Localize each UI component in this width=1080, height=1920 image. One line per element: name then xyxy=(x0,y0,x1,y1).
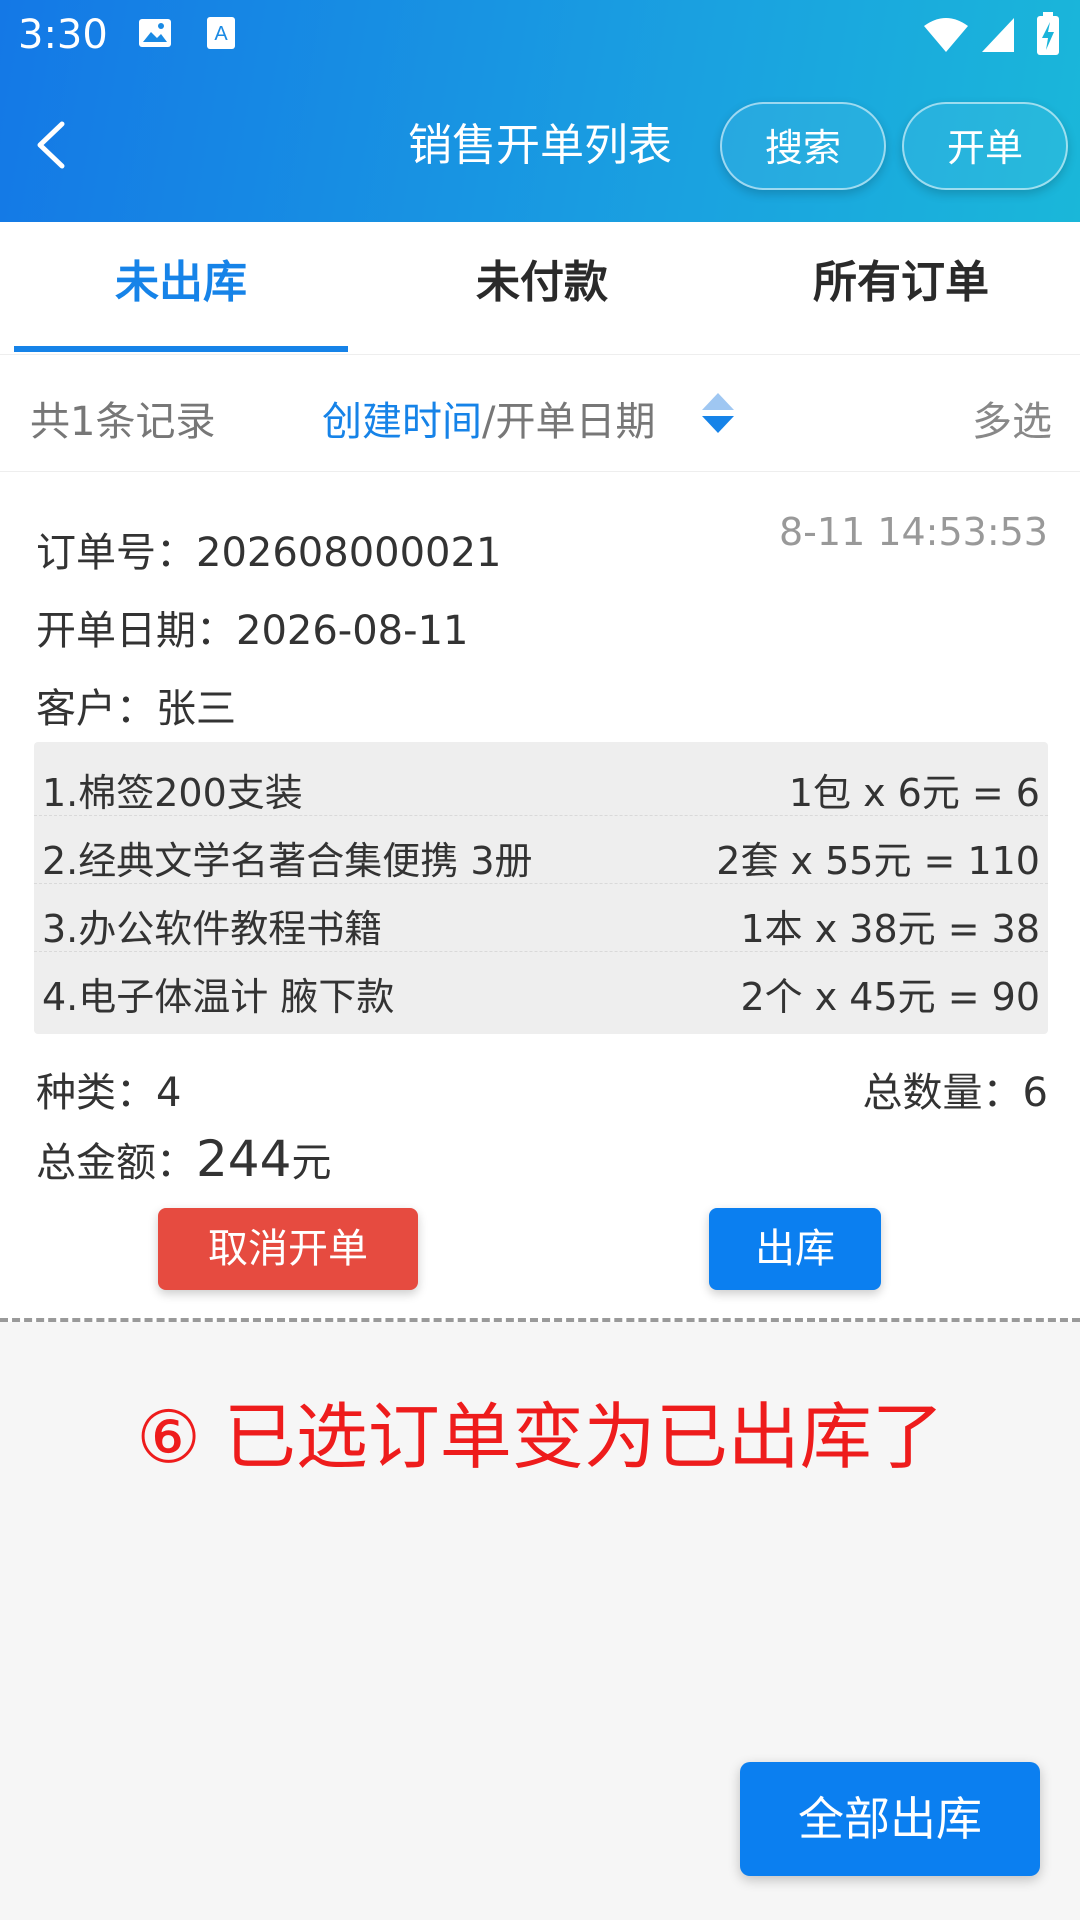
customer-name: 张三 xyxy=(156,686,236,732)
order-card[interactable]: 订单号：202608000021 8-11 14:53:53 开单日期：2026… xyxy=(0,472,1080,1322)
annotation-text: ⑥ 已选订单变为已出库了 xyxy=(136,1395,944,1479)
back-arrow-icon[interactable] xyxy=(30,118,74,172)
list-item: 2.经典文学名著合集便携 3册 2套 x 55元 = 110 xyxy=(34,816,1048,884)
order-date-row: 开单日期：2026-08-11 xyxy=(36,598,468,656)
total-amount-value: 244 xyxy=(196,1130,292,1188)
app-header: 3:30 A 销售开单列表 搜索 开单 xyxy=(0,0,1080,222)
tab-all-orders[interactable]: 所有订单 xyxy=(722,222,1080,354)
item-name: 3.办公软件教程书籍 xyxy=(42,907,383,951)
ship-all-button[interactable]: 全部出库 xyxy=(740,1762,1040,1876)
order-number: 202608000021 xyxy=(196,530,502,576)
sort-created-time[interactable]: 创建时间 xyxy=(322,399,482,445)
kinds-label: 种类： xyxy=(36,1070,156,1116)
status-bar: 3:30 A xyxy=(0,0,1080,72)
cancel-order-button[interactable]: 取消开单 xyxy=(158,1208,418,1290)
wifi-icon xyxy=(924,18,968,52)
item-name: 2.经典文学名著合集便携 3册 xyxy=(42,839,533,883)
active-tab-indicator xyxy=(14,346,348,352)
sort-separator: / xyxy=(482,399,496,445)
list-item: 1.棉签200支装 1包 x 6元 = 6 xyxy=(34,748,1048,816)
filter-bar: 共1条记录 创建时间/开单日期 多选 xyxy=(0,354,1080,472)
new-order-button[interactable]: 开单 xyxy=(902,102,1068,190)
kinds-value: 4 xyxy=(156,1070,182,1116)
total-amount-label: 总金额： xyxy=(36,1140,196,1186)
sort-toggle[interactable]: 创建时间/开单日期 xyxy=(322,389,655,447)
customer-label: 客户： xyxy=(36,686,156,732)
total-amount-row: 总金额：244元 xyxy=(36,1130,331,1188)
tab-unpaid[interactable]: 未付款 xyxy=(362,222,722,354)
order-date-label: 开单日期： xyxy=(36,608,236,654)
dashed-divider xyxy=(0,1318,1080,1322)
customer-row: 客户：张三 xyxy=(36,676,236,734)
order-number-label: 订单号： xyxy=(36,530,196,576)
item-name: 4.电子体温计 腋下款 xyxy=(42,975,395,1019)
order-tabs: 未出库 未付款 所有订单 xyxy=(0,222,1080,354)
order-date: 2026-08-11 xyxy=(236,608,469,654)
item-subtotal: 1本 x 38元 = 38 xyxy=(740,907,1040,951)
total-amount-unit: 元 xyxy=(291,1140,332,1186)
kinds-row: 种类：4 xyxy=(36,1060,181,1118)
total-qty-value: 6 xyxy=(1022,1070,1048,1116)
app-notification-icon: A xyxy=(207,17,235,49)
item-subtotal: 2套 x 55元 = 110 xyxy=(716,839,1040,883)
multi-select-button[interactable]: 多选 xyxy=(972,389,1052,447)
item-subtotal: 2个 x 45元 = 90 xyxy=(740,975,1040,1019)
list-item: 4.电子体温计 腋下款 2个 x 45元 = 90 xyxy=(34,952,1048,1020)
cellular-signal-icon xyxy=(982,18,1014,52)
sort-arrows-icon[interactable] xyxy=(700,391,736,435)
order-items-list: 1.棉签200支装 1包 x 6元 = 6 2.经典文学名著合集便携 3册 2套… xyxy=(34,742,1048,1034)
ship-out-button[interactable]: 出库 xyxy=(709,1208,881,1290)
sort-order-date[interactable]: 开单日期 xyxy=(495,399,655,445)
tab-not-shipped[interactable]: 未出库 xyxy=(0,222,362,354)
battery-charging-icon xyxy=(1037,12,1059,55)
record-count: 共1条记录 xyxy=(30,399,216,445)
total-qty-label: 总数量： xyxy=(862,1070,1023,1116)
total-qty-row: 总数量：6 xyxy=(863,1060,1048,1118)
page-title: 销售开单列表 xyxy=(408,120,672,171)
order-number-row: 订单号：202608000021 xyxy=(36,520,501,578)
image-notification-icon xyxy=(139,19,171,47)
svg-text:A: A xyxy=(214,23,228,45)
status-time: 3:30 xyxy=(18,12,108,58)
item-name: 1.棉签200支装 xyxy=(42,771,303,815)
list-item: 3.办公软件教程书籍 1本 x 38元 = 38 xyxy=(34,884,1048,952)
item-subtotal: 1包 x 6元 = 6 xyxy=(788,771,1040,815)
search-button[interactable]: 搜索 xyxy=(720,102,886,190)
order-timestamp: 8-11 14:53:53 xyxy=(779,510,1048,554)
